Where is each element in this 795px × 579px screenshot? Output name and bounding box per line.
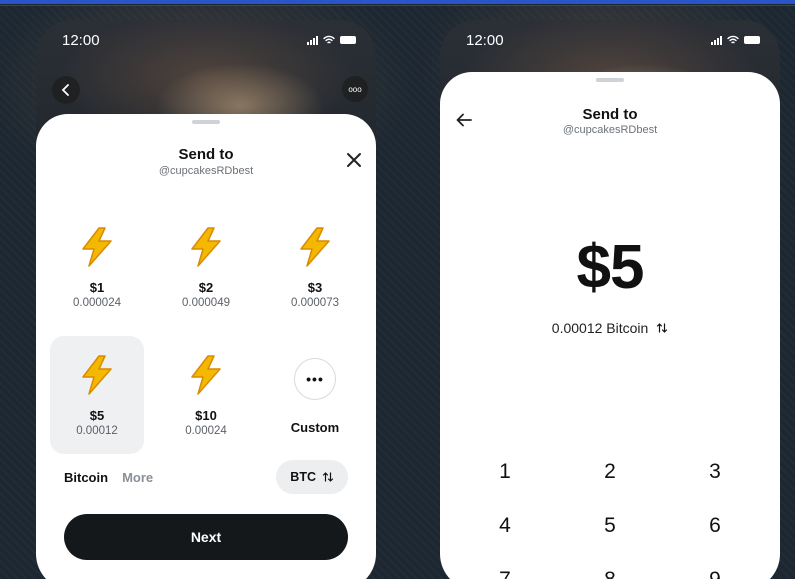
sheet-title: Send to bbox=[178, 146, 234, 163]
amount-option-5-selected[interactable]: $5 0.00012 bbox=[50, 336, 144, 454]
amount-label: $5 bbox=[89, 408, 105, 423]
amount-label: $1 bbox=[89, 280, 105, 295]
custom-label: Custom bbox=[290, 420, 340, 435]
btc-value: 0.000024 bbox=[73, 297, 121, 309]
lightning-icon bbox=[72, 350, 122, 400]
close-icon bbox=[347, 153, 361, 167]
btc-value: 0.000073 bbox=[291, 297, 339, 309]
key-6[interactable]: 6 bbox=[685, 514, 745, 538]
swap-vertical-icon bbox=[322, 472, 334, 482]
amount-entry-sheet: Send to @cupcakesRDbest $5 0.00012 Bitco… bbox=[440, 72, 780, 579]
swap-vertical-icon bbox=[657, 323, 668, 333]
tab-more[interactable]: More bbox=[122, 470, 153, 485]
amount-option-3[interactable]: $3 0.000073 bbox=[268, 208, 362, 326]
btc-value: 0.000049 bbox=[182, 297, 230, 309]
key-1[interactable]: 1 bbox=[475, 460, 535, 484]
amount-label: $10 bbox=[195, 408, 217, 423]
key-3[interactable]: 3 bbox=[685, 460, 745, 484]
top-accent-rule bbox=[0, 0, 795, 4]
chevron-left-icon bbox=[61, 84, 69, 96]
wifi-icon bbox=[323, 35, 335, 45]
amount-option-10[interactable]: $10 0.00024 bbox=[159, 336, 253, 454]
back-button[interactable] bbox=[52, 76, 80, 104]
status-bar: 12:00 bbox=[440, 20, 780, 60]
sheet-grabber[interactable] bbox=[192, 120, 220, 124]
battery-icon bbox=[340, 36, 356, 44]
close-button[interactable] bbox=[346, 150, 362, 172]
amount-option-1[interactable]: $1 0.000024 bbox=[50, 208, 144, 326]
signal-icon bbox=[307, 35, 318, 45]
sheet-title: Send to bbox=[582, 106, 638, 123]
phone-right: 12:00 Send to @cupcakesRDbest $5 0.00012… bbox=[440, 20, 780, 579]
tab-bitcoin[interactable]: Bitcoin bbox=[64, 470, 108, 485]
key-8[interactable]: 8 bbox=[580, 568, 640, 579]
send-sheet: Send to @cupcakesRDbest $1 0.000024 $2 0… bbox=[36, 114, 376, 579]
more-button[interactable]: ooo bbox=[342, 76, 368, 102]
status-time: 12:00 bbox=[62, 31, 100, 49]
unit-label: BTC bbox=[290, 470, 316, 484]
key-4[interactable]: 4 bbox=[475, 514, 535, 538]
key-7[interactable]: 7 bbox=[475, 568, 535, 579]
lightning-icon bbox=[181, 350, 231, 400]
key-9[interactable]: 9 bbox=[685, 568, 745, 579]
recipient-handle: @cupcakesRDbest bbox=[562, 124, 658, 136]
ellipsis-icon: ••• bbox=[294, 358, 336, 400]
btc-equivalent: 0.00012 Bitcoin bbox=[551, 320, 649, 336]
next-button[interactable]: Next bbox=[64, 514, 348, 560]
signal-icon bbox=[711, 35, 722, 45]
btc-equivalent-row[interactable]: 0.00012 Bitcoin bbox=[440, 320, 780, 336]
send-amount: $5 bbox=[576, 233, 645, 302]
custom-amount-option[interactable]: ••• Custom bbox=[268, 336, 362, 454]
lightning-icon bbox=[72, 222, 122, 272]
phone-left: 12:00 ooo Send to @cupcakesRDbest $1 0.0… bbox=[36, 20, 376, 579]
amount-option-2[interactable]: $2 0.000049 bbox=[159, 208, 253, 326]
status-icons bbox=[711, 35, 760, 45]
sheet-grabber[interactable] bbox=[596, 78, 624, 82]
ellipsis-icon: ooo bbox=[348, 84, 362, 94]
lightning-icon bbox=[181, 222, 231, 272]
key-5[interactable]: 5 bbox=[580, 514, 640, 538]
wifi-icon bbox=[727, 35, 739, 45]
recipient-handle: @cupcakesRDbest bbox=[158, 165, 254, 177]
status-icons bbox=[307, 35, 356, 45]
key-2[interactable]: 2 bbox=[580, 460, 640, 484]
amount-label: $2 bbox=[198, 280, 214, 295]
amount-label: $3 bbox=[307, 280, 323, 295]
lightning-icon bbox=[290, 222, 340, 272]
btc-value: 0.00012 bbox=[76, 425, 118, 437]
status-bar: 12:00 bbox=[36, 20, 376, 60]
status-time: 12:00 bbox=[466, 31, 504, 49]
currency-row: Bitcoin More BTC bbox=[64, 460, 348, 494]
battery-icon bbox=[744, 36, 760, 44]
unit-toggle-button[interactable]: BTC bbox=[276, 460, 348, 494]
btc-value: 0.00024 bbox=[185, 425, 227, 437]
